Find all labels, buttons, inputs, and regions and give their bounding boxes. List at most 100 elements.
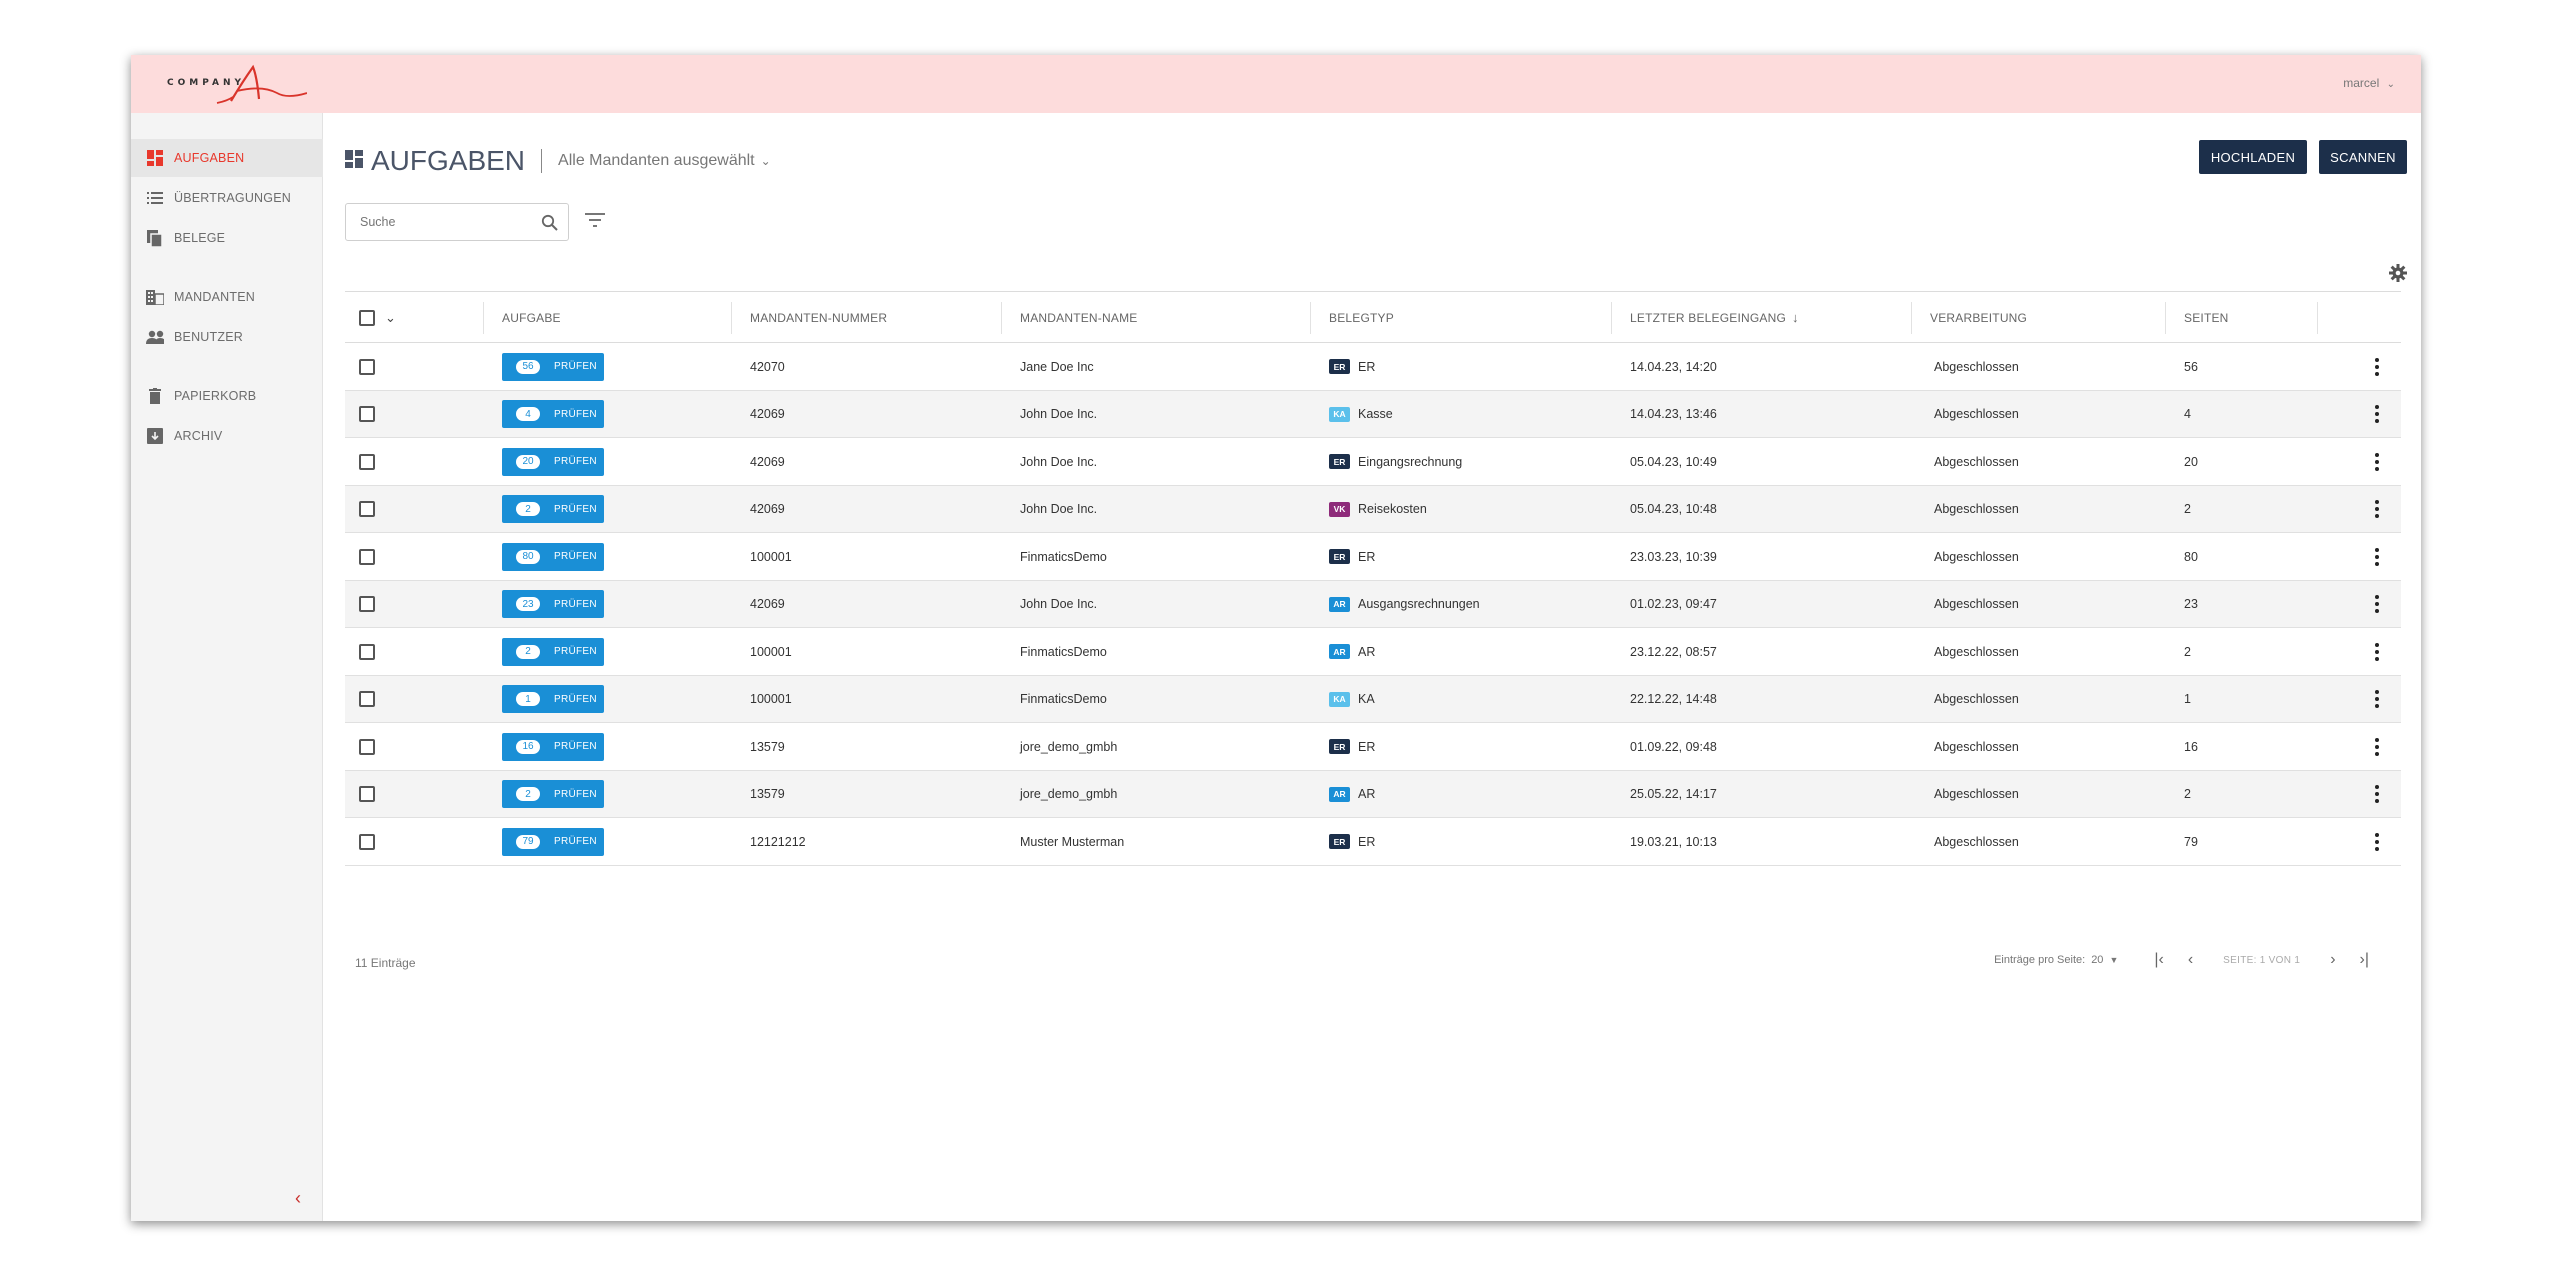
belegtyp-label: ER: [1358, 359, 1376, 374]
more-vertical-icon[interactable]: [2367, 832, 2387, 851]
row-checkbox[interactable]: [359, 501, 375, 517]
sidebar-item-archiv[interactable]: ARCHIV: [131, 417, 323, 455]
collapse-sidebar-icon[interactable]: ‹: [295, 1188, 301, 1209]
verarbeitung-status: Abgeschlossen: [1934, 834, 2019, 849]
letzter-belegeingang: 01.09.22, 09:48: [1630, 739, 1717, 754]
column-header-verarbeitung[interactable]: VERARBEITUNG: [1930, 292, 2027, 343]
pruefen-label: PRÜFEN: [554, 503, 597, 515]
sidebar-item-mandanten[interactable]: MANDANTEN: [131, 278, 323, 316]
row-checkbox[interactable]: [359, 358, 375, 375]
previous-page-icon[interactable]: ‹: [2188, 951, 2193, 969]
table-row[interactable]: 80 PRÜFEN 100001 FinmaticsDemo ER ER 23.03.23,…: [345, 533, 2401, 581]
column-header-mandanten-nummer[interactable]: MANDANTEN-NUMMER: [750, 292, 887, 343]
row-checkbox[interactable]: [359, 786, 375, 802]
row-checkbox[interactable]: [359, 406, 375, 422]
column-header-mandanten-name[interactable]: MANDANTEN-NAME: [1020, 292, 1137, 343]
pruefen-button[interactable]: 56 PRÜFEN: [502, 352, 604, 381]
more-vertical-icon[interactable]: [2367, 690, 2387, 708]
table-row[interactable]: 2 PRÜFEN 42069 John Doe Inc. VK Reisekosten 05…: [345, 485, 2401, 533]
column-header-aufgabe[interactable]: AUFGABE: [502, 292, 561, 343]
more-vertical-icon[interactable]: [2367, 500, 2387, 518]
more-vertical-icon[interactable]: [2367, 405, 2387, 423]
table-row[interactable]: 23 PRÜFEN 42069 John Doe Inc. AR Ausgangsrech…: [345, 580, 2401, 628]
next-page-icon[interactable]: ›: [2330, 951, 2335, 969]
row-checkbox[interactable]: [359, 596, 375, 612]
sidebar-item-benutzer[interactable]: BENUTZER: [131, 318, 323, 356]
pruefen-button[interactable]: 79 PRÜFEN: [502, 827, 604, 856]
pruefen-button[interactable]: 2 PRÜFEN: [502, 495, 604, 523]
row-checkbox[interactable]: [359, 453, 375, 470]
row-checkbox[interactable]: [359, 548, 375, 565]
row-checkbox[interactable]: [359, 691, 375, 707]
pruefen-button[interactable]: 2 PRÜFEN: [502, 637, 604, 666]
table-row[interactable]: 79 PRÜFEN 12121212 Muster Musterman ER ER 19.0…: [345, 818, 2401, 866]
upload-button[interactable]: HOCHLADEN: [2199, 140, 2307, 174]
table-row[interactable]: 2 PRÜFEN 13579 jore_demo_gmbh AR AR 25.05.22, …: [345, 770, 2401, 818]
task-cell: 20 PRÜFEN: [502, 438, 604, 485]
table-row[interactable]: 16 PRÜFEN 13579 jore_demo_gmbh ER ER 01.09.22,…: [345, 723, 2401, 771]
gear-icon[interactable]: [2389, 264, 2407, 287]
row-checkbox[interactable]: [359, 738, 375, 755]
per-page-select[interactable]: 20 ▼: [2091, 954, 2118, 966]
task-count-badge: 23: [516, 597, 540, 611]
select-all-checkbox[interactable]: [359, 309, 375, 326]
logo-letter-icon: [216, 64, 307, 104]
table-body: 56 PRÜFEN 42070 Jane Doe Inc ER ER 14.04.23, 1…: [345, 343, 2401, 866]
last-page-icon[interactable]: ›|: [2360, 951, 2369, 969]
mandanten-nummer: 12121212: [750, 834, 806, 849]
column-header-letzter-belegeingang[interactable]: LETZTER BELEGEINGANG ↓: [1630, 292, 1799, 343]
table-row[interactable]: 2 PRÜFEN 100001 FinmaticsDemo AR AR 23.12.22, …: [345, 628, 2401, 676]
scan-button[interactable]: SCANNEN: [2319, 140, 2407, 174]
pruefen-button[interactable]: 80 PRÜFEN: [502, 542, 604, 571]
sidebar-item-papierkorb[interactable]: PAPIERKORB: [131, 377, 323, 415]
sidebar-item-uebertragungen[interactable]: ÜBERTRAGUNGEN: [131, 179, 323, 217]
more-vertical-icon[interactable]: [2367, 357, 2387, 376]
column-header-seiten[interactable]: SEITEN: [2184, 292, 2229, 343]
row-menu-cell: [2367, 771, 2387, 818]
belegtyp-label: ER: [1358, 834, 1376, 849]
mandanten-nummer: 42069: [750, 597, 785, 611]
more-vertical-icon[interactable]: [2367, 547, 2387, 566]
search-input[interactable]: [360, 215, 540, 229]
user-menu[interactable]: marcel ⌄: [2343, 76, 2395, 90]
pruefen-label: PRÜFEN: [554, 693, 597, 705]
pruefen-label: PRÜFEN: [554, 741, 597, 752]
search-icon[interactable]: [541, 214, 558, 236]
company-logo[interactable]: COMPANY: [167, 63, 307, 107]
more-vertical-icon[interactable]: [2367, 642, 2387, 661]
task-count-badge: 20: [516, 454, 540, 469]
column-header-belegtyp[interactable]: BELEGTYP: [1329, 292, 1394, 343]
documents-icon: [146, 229, 164, 247]
sidebar-item-belege[interactable]: BELEGE: [131, 219, 323, 257]
row-select-cell: [359, 628, 375, 675]
row-select-cell: [359, 533, 375, 580]
sidebar-item-aufgaben[interactable]: AUFGABEN: [131, 139, 323, 177]
more-vertical-icon[interactable]: [2367, 452, 2387, 471]
task-cell: 16 PRÜFEN: [502, 723, 604, 770]
letzter-belegeingang: 05.04.23, 10:49: [1630, 454, 1717, 469]
pruefen-button[interactable]: 1 PRÜFEN: [502, 685, 604, 713]
task-count-badge: 1: [516, 692, 540, 706]
belegtyp-badge: AR: [1329, 644, 1350, 659]
row-checkbox[interactable]: [359, 643, 375, 660]
mandant-select[interactable]: Alle Mandanten ausgewählt ⌄: [558, 152, 771, 170]
search-box: [345, 203, 569, 241]
table-row[interactable]: 56 PRÜFEN 42070 Jane Doe Inc ER ER 14.04.23, 1…: [345, 343, 2401, 391]
pruefen-button[interactable]: 23 PRÜFEN: [502, 590, 604, 618]
chevron-down-icon[interactable]: ⌄: [385, 310, 396, 326]
more-vertical-icon[interactable]: [2367, 785, 2387, 803]
row-checkbox[interactable]: [359, 833, 375, 850]
pruefen-button[interactable]: 4 PRÜFEN: [502, 400, 604, 428]
more-vertical-icon[interactable]: [2367, 595, 2387, 613]
table-row[interactable]: 1 PRÜFEN 100001 FinmaticsDemo KA KA 22.12.22, …: [345, 675, 2401, 723]
pruefen-button[interactable]: 2 PRÜFEN: [502, 780, 604, 808]
pruefen-button[interactable]: 16 PRÜFEN: [502, 732, 604, 761]
entries-count: 11 Einträge: [355, 956, 416, 970]
filter-icon[interactable]: [585, 213, 605, 232]
table-row[interactable]: 20 PRÜFEN 42069 John Doe Inc. ER Eingangsrech…: [345, 438, 2401, 486]
seiten-count: 2: [2184, 644, 2191, 659]
table-row[interactable]: 4 PRÜFEN 42069 John Doe Inc. KA Kasse 14.04.23…: [345, 390, 2401, 438]
more-vertical-icon[interactable]: [2367, 737, 2387, 756]
pruefen-button[interactable]: 20 PRÜFEN: [502, 447, 604, 476]
first-page-icon[interactable]: |‹: [2154, 951, 2163, 969]
